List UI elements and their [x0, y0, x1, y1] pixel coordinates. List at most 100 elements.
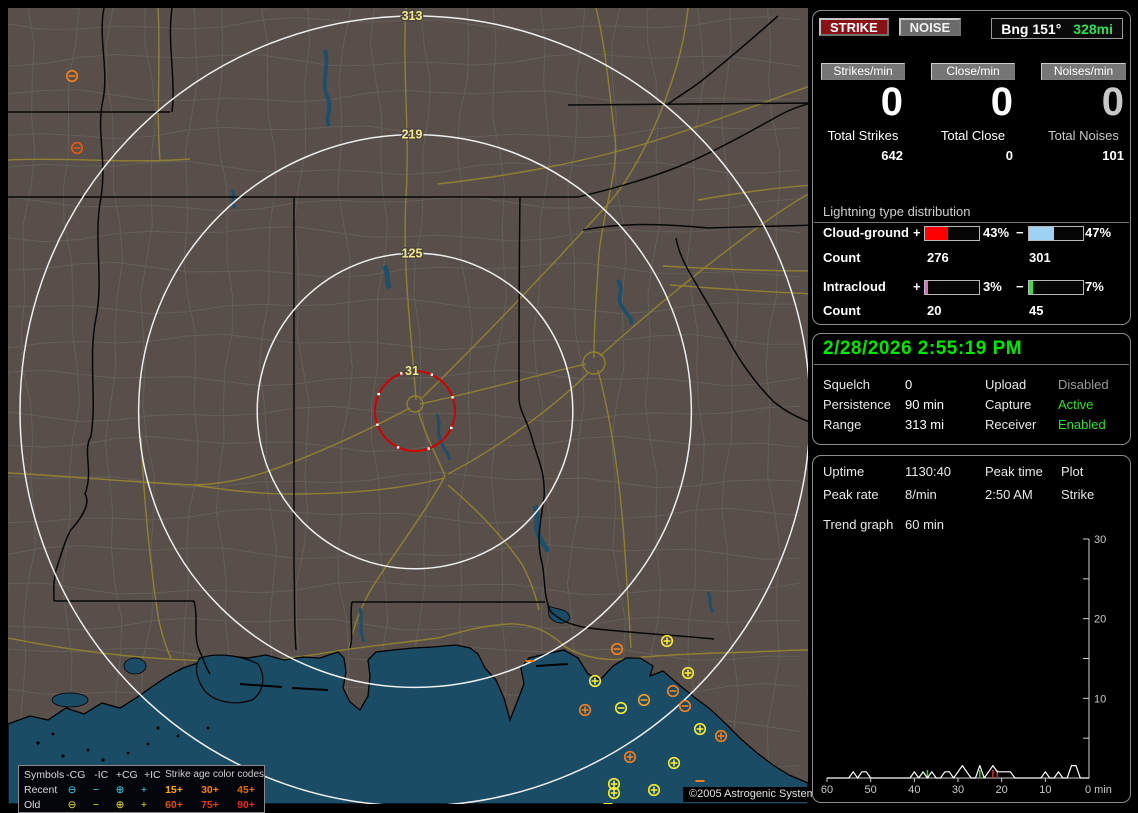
persistence-value: 90 min — [905, 397, 945, 412]
age-60: 60+ — [165, 798, 183, 811]
trend-graph: 10 20 30 60 50 40 30 20 10 0 min — [821, 534, 1112, 796]
minus-cg-icon: ⊖ — [67, 798, 77, 811]
total-close-value: 0 — [1005, 148, 1013, 163]
upload-label: Upload — [985, 377, 1027, 392]
peak-time-label: Peak time — [985, 464, 1043, 479]
cloud-ground-label: Cloud-ground — [823, 225, 909, 240]
bearing-label: Bng 151° — [1001, 20, 1062, 37]
legend-header-row: Symbols -CG -IC +CG +IC Strike age color… — [19, 767, 264, 782]
cg-minus-pct: 47% — [1085, 225, 1112, 240]
noises-rate: 0 — [1101, 80, 1124, 124]
svg-text:60: 60 — [821, 784, 833, 796]
trend-window-value: 60 min — [905, 517, 945, 532]
uptime-label: Uptime — [823, 464, 865, 479]
strike-button[interactable]: STRIKE — [819, 18, 889, 36]
receiver-label: Receiver — [985, 417, 1037, 432]
close-rate: 0 — [990, 80, 1013, 124]
map-canvas[interactable]: 313 219 125 31 — [8, 8, 808, 804]
range-label: Range — [823, 417, 862, 432]
distribution-divider — [814, 222, 1129, 223]
age-90: 90+ — [237, 798, 255, 811]
plus-ic-icon: + — [140, 798, 148, 811]
strikes-per-min-button[interactable]: Strikes/min — [821, 63, 905, 80]
legend-col-pos-cg: +CG — [115, 768, 138, 781]
legend-recent-row: Recent ⊖ − ⊕ + 15+ 30+ 45+ — [19, 782, 264, 797]
plus-sign: + — [913, 279, 921, 294]
receiver-status: Enabled — [1058, 417, 1106, 432]
counters-panel: STRIKE NOISE Bng 151° 328mi Strikes/min … — [812, 10, 1131, 325]
svg-text:125: 125 — [402, 246, 423, 260]
total-strikes-value: 642 — [881, 148, 903, 163]
minus-cg-icon: ⊖ — [67, 783, 77, 796]
distribution-title: Lightning type distribution — [823, 204, 971, 219]
legend-col-neg-ic: -IC — [94, 768, 109, 781]
datetime-display: 2/28/2026 2:55:19 PM — [823, 338, 1023, 359]
cg-minus-bar — [1028, 226, 1084, 241]
copyright-label: ©2005 Astrogenic Systems — [683, 787, 828, 802]
svg-text:30: 30 — [952, 784, 964, 796]
clock-panel: 2/28/2026 2:55:19 PM Squelch 0 Persisten… — [812, 333, 1131, 445]
svg-text:0 min: 0 min — [1085, 784, 1112, 796]
plus-ic-icon: + — [140, 783, 148, 796]
cg-minus-count: 301 — [1029, 250, 1051, 265]
legend-col-pos-ic: +IC — [143, 768, 161, 781]
stats-panel: Uptime 1130:40 Peak time Plot Peak rate … — [812, 455, 1131, 803]
noises-column: Noises/min 0 Total Noises 101 — [1041, 63, 1126, 163]
count-label: Count — [823, 303, 861, 318]
age-30: 30+ — [201, 783, 219, 796]
legend-col-neg-cg: -CG — [66, 768, 86, 781]
svg-text:20: 20 — [996, 784, 1008, 796]
strikes-column: Strikes/min 0 Total Strikes 642 — [821, 63, 905, 163]
total-close-label: Total Close — [940, 128, 1006, 143]
ic-plus-count: 20 — [927, 303, 942, 318]
minus-ic-icon: − — [92, 783, 100, 796]
map-legend: Symbols -CG -IC +CG +IC Strike age color… — [18, 765, 265, 813]
bearing-distance: 328mi — [1073, 20, 1113, 37]
legend-recent-label: Recent — [24, 783, 58, 796]
capture-label: Capture — [985, 397, 1032, 412]
cg-plus-count: 276 — [927, 250, 949, 265]
strikes-rate: 0 — [880, 80, 903, 124]
cloud-ground-row: Cloud-ground + 43% − 47% — [813, 225, 1130, 241]
age-45: 45+ — [237, 783, 255, 796]
cg-plus-bar — [924, 226, 980, 241]
range-value: 313 mi — [905, 417, 945, 432]
plus-cg-icon: ⊕ — [115, 798, 125, 811]
svg-text:40: 40 — [908, 784, 920, 796]
intracloud-label: Intracloud — [823, 279, 886, 294]
lightning-map[interactable]: 313 219 125 31 Symbols -CG -IC +CG +IC Stri… — [8, 8, 808, 813]
ic-plus-pct: 3% — [983, 279, 1002, 294]
cloud-ground-count-row: Count 276 301 — [813, 250, 1130, 265]
legend-symbols-title: Symbols — [24, 768, 65, 781]
total-noises-value: 101 — [1102, 148, 1124, 163]
close-per-min-button[interactable]: Close/min — [931, 63, 1015, 80]
svg-text:10: 10 — [1094, 693, 1106, 705]
intracloud-count-row: Count 20 45 — [813, 303, 1130, 318]
upload-status: Disabled — [1058, 377, 1109, 392]
svg-text:30: 30 — [1094, 534, 1106, 546]
squelch-label: Squelch — [823, 377, 870, 392]
close-column: Close/min 0 Total Close 0 — [931, 63, 1015, 163]
ic-minus-bar — [1028, 280, 1084, 295]
plot-value: Strike — [1061, 487, 1095, 502]
plot-label: Plot — [1061, 464, 1084, 479]
capture-status: Active — [1058, 397, 1094, 412]
trend-graph-label: Trend graph — [823, 517, 894, 532]
minus-sign: − — [1016, 279, 1024, 294]
peak-rate-label: Peak rate — [823, 487, 879, 502]
cg-plus-pct: 43% — [983, 225, 1010, 240]
legend-old-label: Old — [24, 798, 41, 811]
svg-text:219: 219 — [402, 128, 423, 142]
total-noises-label: Total Noises — [1048, 128, 1119, 143]
minus-ic-icon: − — [92, 798, 100, 811]
bearing-display: Bng 151° 328mi — [991, 18, 1123, 39]
noise-button[interactable]: NOISE — [898, 18, 962, 36]
age-15: 15+ — [165, 783, 183, 796]
noises-per-min-button[interactable]: Noises/min — [1041, 63, 1126, 80]
age-75: 75+ — [201, 798, 219, 811]
ic-minus-pct: 7% — [1085, 279, 1104, 294]
ic-plus-bar — [924, 280, 980, 295]
legend-age-title: Strike age color codes — [165, 769, 265, 780]
ic-minus-count: 45 — [1029, 303, 1044, 318]
svg-text:20: 20 — [1094, 614, 1106, 626]
